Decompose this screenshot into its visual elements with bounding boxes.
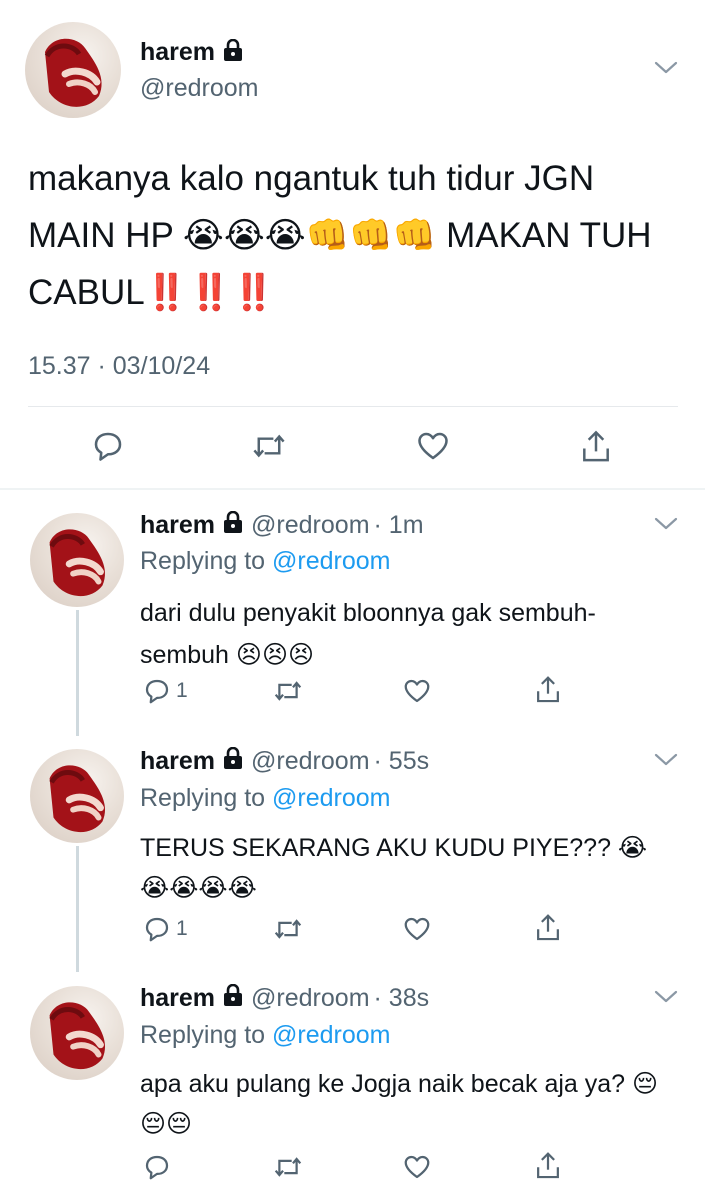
replying-to-handle[interactable]: @redroom [272,547,390,575]
avatar[interactable] [30,513,124,607]
section-divider [0,488,705,490]
author-name[interactable]: harem [140,747,215,776]
like-button[interactable] [402,676,432,706]
reply-time[interactable]: · 38s [374,984,430,1013]
avatar[interactable] [30,749,124,843]
share-button[interactable] [533,1150,563,1182]
reply-icon [145,679,169,704]
heart-icon [404,679,430,703]
divider [28,406,678,407]
reply-icon [94,432,122,461]
retweet-icon [253,434,285,458]
share-button[interactable] [533,674,563,706]
replying-to-label: Replying to [140,547,266,575]
retweet-button[interactable] [272,914,304,944]
share-icon [537,676,559,703]
chevron-down-icon[interactable] [654,989,678,1005]
author-handle[interactable]: @redroom [251,747,369,776]
replying-to-handle[interactable]: @redroom [272,1021,390,1049]
reply-button[interactable] [142,1152,176,1182]
lock-icon [223,983,243,1013]
avatar[interactable] [30,986,124,1080]
like-button[interactable] [402,914,432,944]
chevron-down-icon[interactable] [654,60,678,76]
heart-icon [404,1155,430,1179]
author-handle[interactable]: @redroom [251,511,369,540]
replying-to-label: Replying to [140,784,266,812]
lock-icon [223,38,243,66]
retweet-button[interactable] [272,676,304,706]
heart-icon [418,432,448,460]
reply-time[interactable]: · 1m [374,511,424,540]
author-handle[interactable]: @redroom [140,74,258,103]
reply-text: dari dulu penyakit bloonnya gak sembuh-s… [140,599,596,669]
reply-time[interactable]: · 55s [374,747,430,776]
share-button[interactable] [533,912,563,944]
replying-to-handle[interactable]: @redroom [272,784,390,812]
chevron-down-icon[interactable] [654,516,678,532]
chevron-down-icon[interactable] [654,752,678,768]
reply-icon [145,917,169,942]
lock-icon [223,746,243,776]
like-button[interactable] [402,1152,432,1182]
author-name[interactable]: harem [140,984,215,1013]
heart-icon [404,917,430,941]
reply-button[interactable] [90,428,126,464]
author-name[interactable]: harem [140,511,215,540]
reply-count: 1 [176,679,188,702]
thread-line [76,846,79,972]
reply-text: TERUS SEKARANG AKU KUDU PIYE??? 😭😭😭😭😭 [140,834,648,902]
share-icon [583,430,609,462]
replying-to-label: Replying to [140,1021,266,1049]
retweet-button[interactable] [272,1152,304,1182]
thread-line [76,610,79,736]
retweet-button[interactable] [250,428,288,464]
retweet-icon [274,1157,302,1177]
tweet-timestamp[interactable]: 15.37 · 03/10/24 [28,352,210,381]
reply-count: 1 [176,917,188,940]
reply-icon [145,1155,169,1180]
lock-icon [223,510,243,540]
share-icon [537,914,559,941]
share-button[interactable] [578,428,614,466]
reply-button[interactable]: 1 [142,676,188,706]
share-icon [537,1152,559,1179]
avatar[interactable] [25,22,121,118]
tweet-text: makanya kalo ngantuk tuh tidur JGN MAIN … [28,159,652,312]
retweet-icon [274,681,302,701]
like-button[interactable] [415,428,451,464]
reply-text: apa aku pulang ke Jogja naik becak aja y… [140,1070,659,1138]
author-handle[interactable]: @redroom [251,984,369,1013]
reply-button[interactable]: 1 [142,914,188,944]
retweet-icon [274,919,302,939]
author-name[interactable]: harem [140,38,215,67]
